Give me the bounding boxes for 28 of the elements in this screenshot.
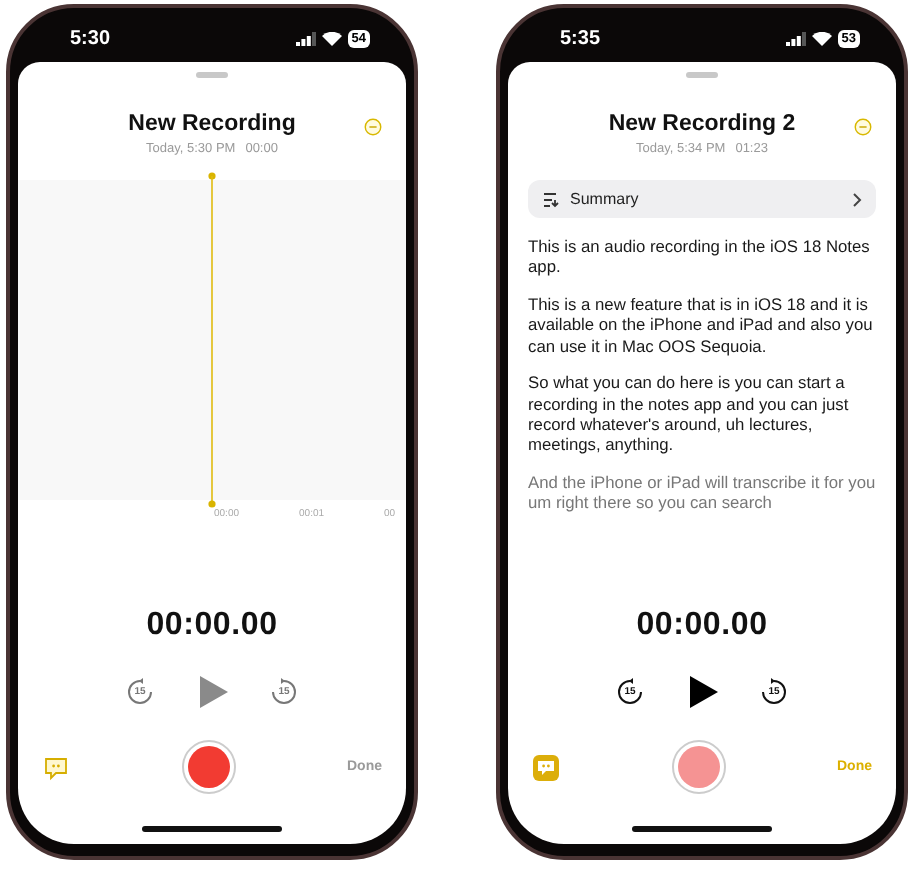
sheet-grabber[interactable]	[196, 72, 228, 78]
status-time: 5:30	[70, 28, 111, 50]
transcript-icon[interactable]	[532, 753, 560, 781]
record-button[interactable]	[671, 740, 726, 794]
summary-icon	[542, 191, 560, 207]
chevron-icon	[852, 191, 862, 207]
recording-title: New Recording	[128, 112, 296, 136]
recording-title: New Recording 2	[608, 112, 796, 136]
sheet-grabber[interactable]	[686, 72, 718, 78]
record-button[interactable]	[181, 740, 236, 794]
play-icon[interactable]	[684, 674, 720, 710]
wifi-icon	[321, 32, 342, 46]
playback-timer: 00:00.00	[636, 608, 768, 644]
signal-icon	[295, 32, 316, 46]
status-time: 5:35	[560, 28, 601, 50]
wifi-icon	[811, 32, 832, 46]
transcript-paragraph: This is an audio recording in the iOS 18 Notes app.	[528, 236, 872, 278]
summary-button[interactable]: Summary	[528, 180, 876, 218]
home-indicator	[142, 826, 282, 832]
signal-icon	[785, 32, 806, 46]
home-indicator	[632, 826, 772, 832]
transcript-paragraph: So what you can do here is you can start a recording in the notes app and you can just record whatever's around, uh lectures, meetings, anything.	[528, 372, 851, 456]
more-icon[interactable]	[364, 118, 382, 136]
more-icon[interactable]	[854, 118, 872, 136]
transcript-icon[interactable]	[42, 753, 70, 781]
playback-timer: 00:00.00	[146, 608, 278, 644]
transcript-paragraph: This is a new feature that is in iOS 18 and it is available on the iPhone and iPad and also you can use it in Mac OOS Sequoia.	[528, 293, 875, 357]
transcript-paragraph: And the iPhone or iPad will transcribe it for you um right there so you can search	[528, 471, 876, 514]
